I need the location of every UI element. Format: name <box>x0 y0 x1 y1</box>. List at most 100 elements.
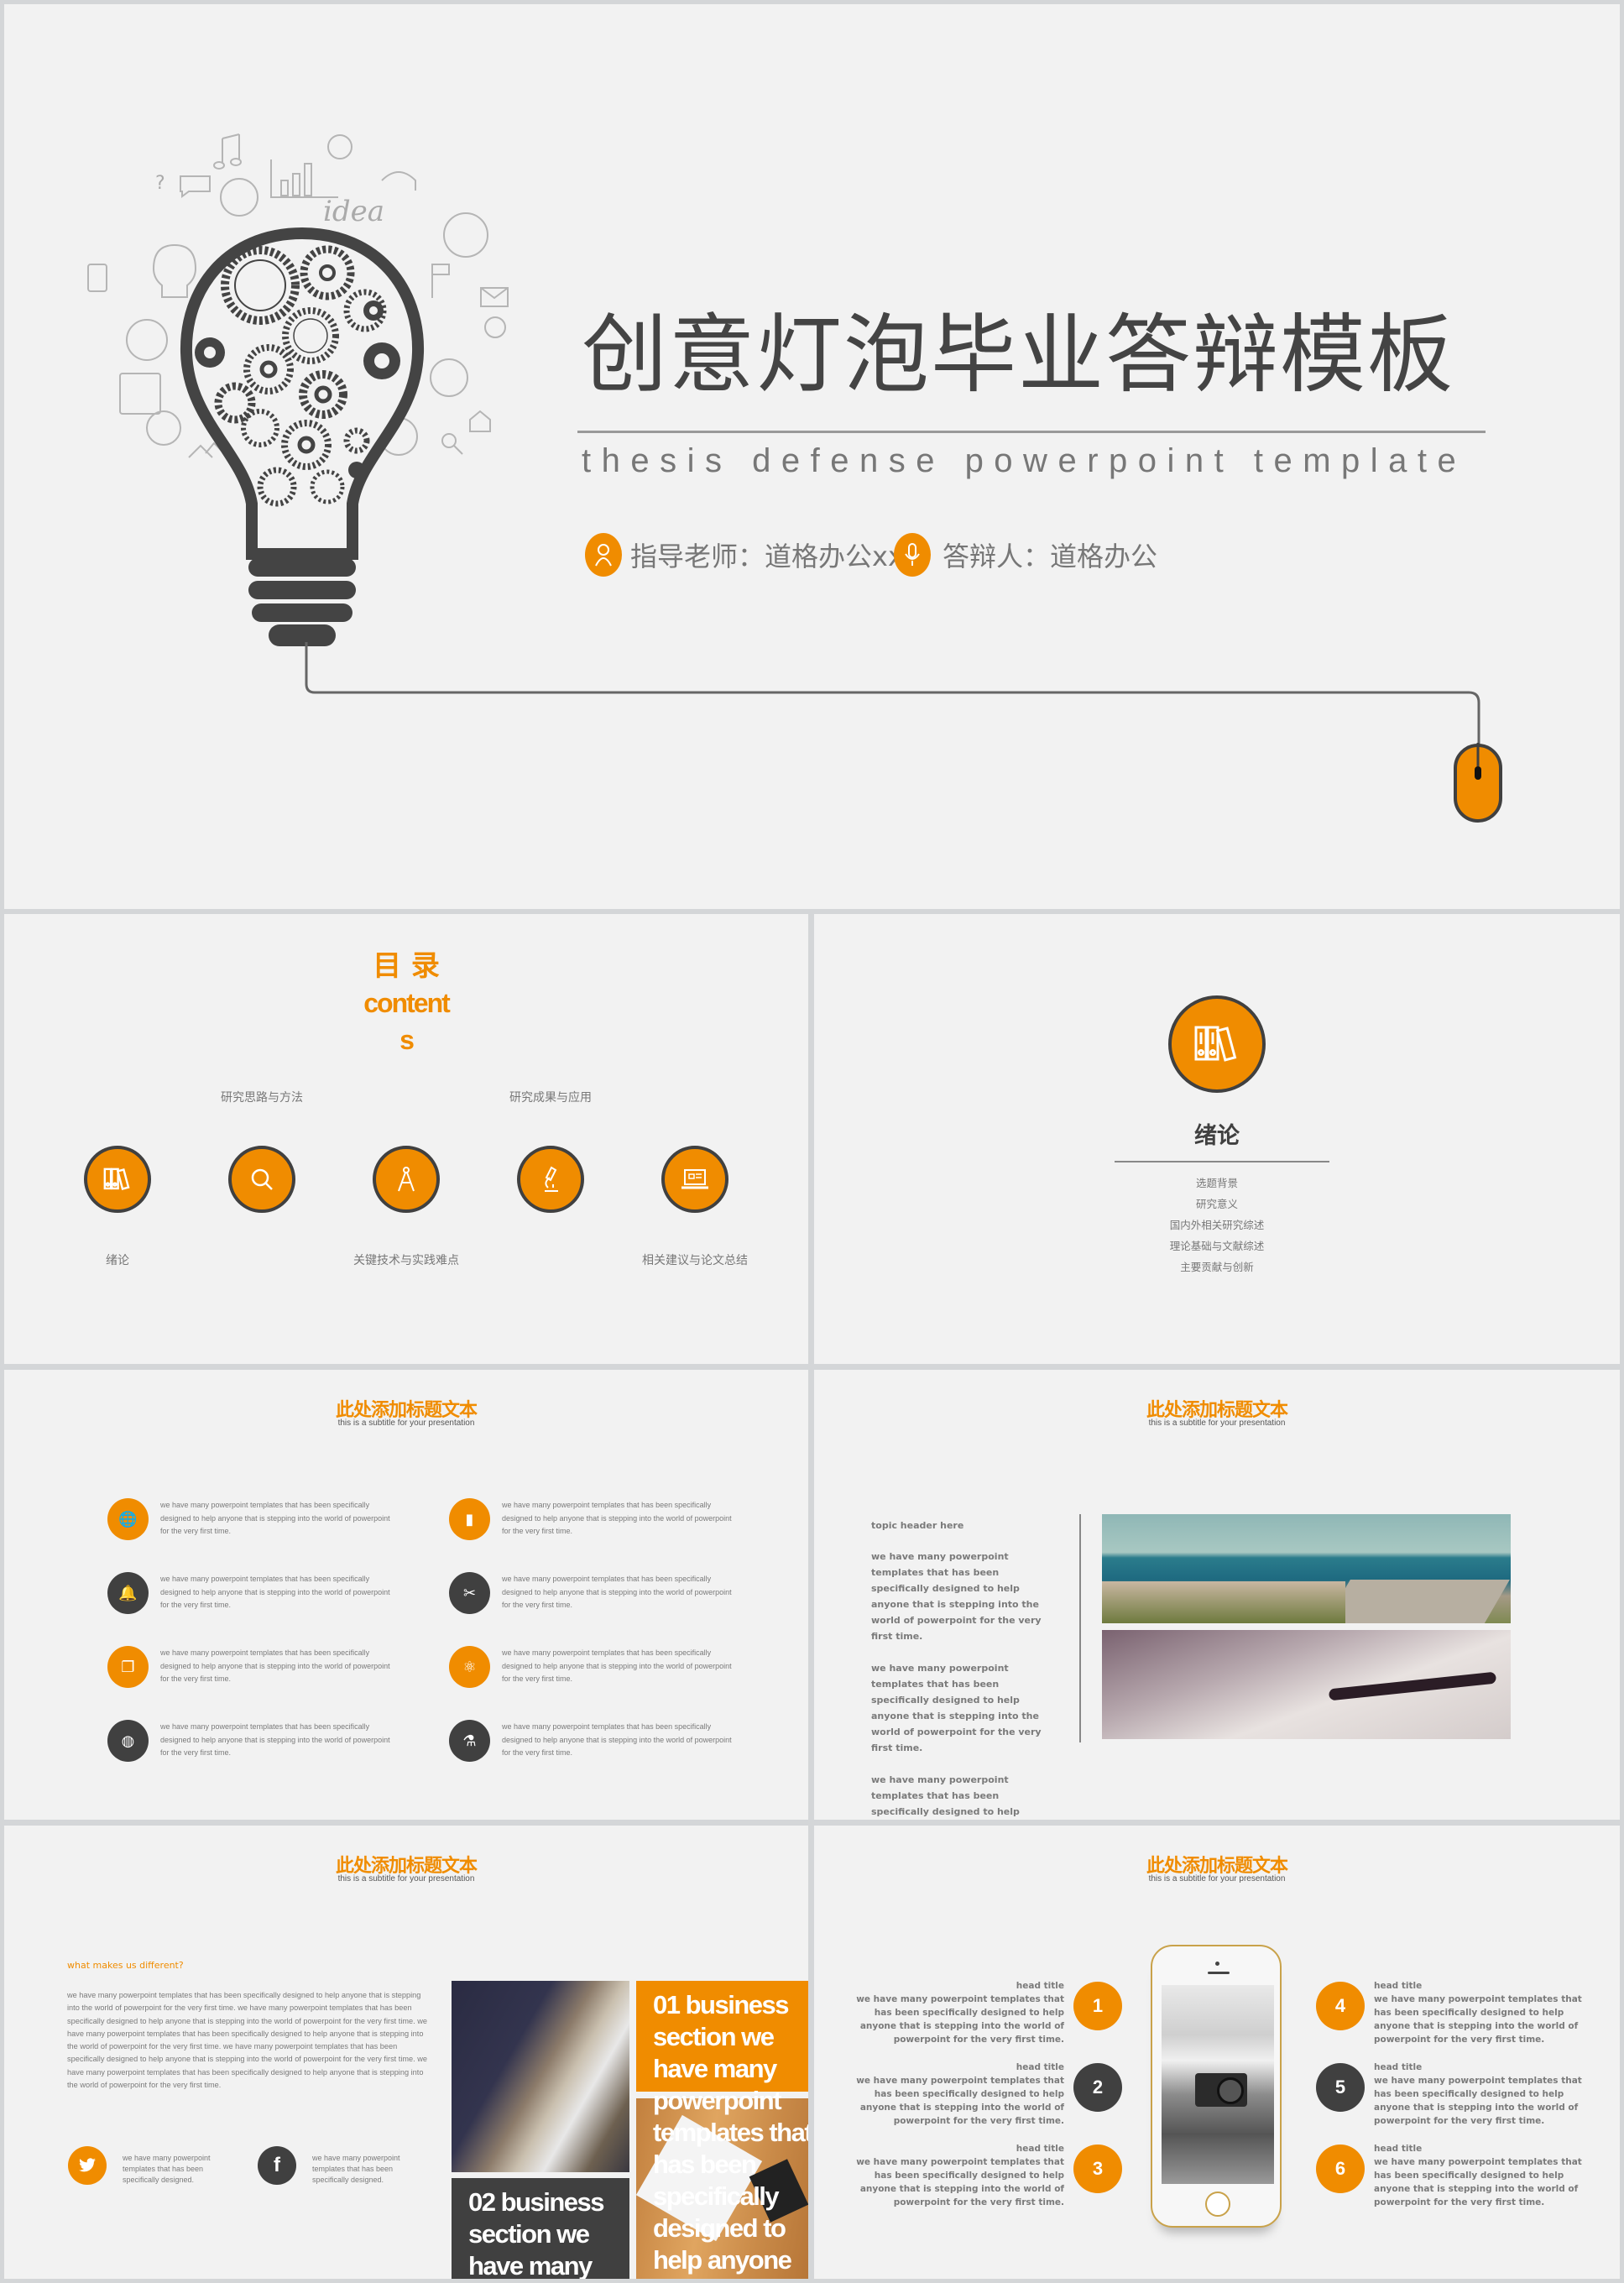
lightbulb-gears-icon <box>180 227 425 646</box>
slide-business[interactable]: 此处添加标题文本 this is a subtitle for your pre… <box>4 1826 808 2279</box>
home-doodle-icon <box>469 410 491 432</box>
magnifier-icon <box>249 1167 274 1192</box>
camera-lens-shape <box>1217 2077 1244 2104</box>
contents-item-2-button[interactable] <box>228 1146 295 1213</box>
speech-bubble-icon <box>180 175 211 198</box>
phone-mockup <box>1151 1945 1282 2228</box>
atom-icon: ⚛ <box>462 1658 477 1676</box>
vertical-divider <box>1079 1514 1081 1742</box>
contents-item-label[interactable]: 相关建议与论文总结 <box>594 1251 796 1268</box>
twitter-icon[interactable] <box>68 2146 107 2185</box>
pie-doodle-icon <box>146 410 181 446</box>
slide-section-intro[interactable]: 绪论 选题背景 研究意义 国内外相关研究综述 理论基础与文献综述 主要贡献与创新 <box>814 914 1620 1364</box>
feature-text: we have many powerpoint templates that h… <box>502 1722 732 1757</box>
section-item-list: 选题背景 研究意义 国内外相关研究综述 理论基础与文献综述 主要贡献与创新 <box>814 1173 1620 1277</box>
feature-circle: ⚗ <box>449 1720 490 1762</box>
feature-text: we have many powerpoint templates that h… <box>160 1722 390 1757</box>
feature-circle: ❐ <box>107 1646 149 1688</box>
step-text-block: head title we have many powerpoint templa… <box>846 2142 1064 2209</box>
slide-subtitle: this is a subtitle for your presentation <box>1148 1418 1286 1428</box>
business-box-2-text: 02 business section we have many <box>468 2187 604 2279</box>
facebook-icon[interactable]: f <box>258 2146 296 2185</box>
contents-item-label[interactable]: 研究成果与应用 <box>450 1089 651 1105</box>
contents-item-3-button[interactable] <box>373 1146 440 1213</box>
feature-circle: ◍ <box>107 1720 149 1762</box>
slide-phone-steps[interactable]: 此处添加标题文本 this is a subtitle for your pre… <box>814 1826 1620 2279</box>
documents-icon: ❐ <box>121 1658 135 1676</box>
step-text-block: head title we have many powerpoint templa… <box>1374 1979 1592 2046</box>
defender-info: 答辩人：道格办公 <box>894 533 1157 577</box>
section-item[interactable]: 国内外相关研究综述 <box>814 1215 1620 1236</box>
slide-features[interactable]: 此处添加标题文本 this is a subtitle for your pre… <box>4 1370 808 1820</box>
microphone-icon <box>894 533 931 577</box>
advisor-info: 指导老师：道格办公xx <box>585 533 904 577</box>
step-text-block: head title we have many powerpoint templa… <box>846 2061 1064 2128</box>
title-divider <box>577 431 1486 433</box>
feature-text: we have many powerpoint templates that h… <box>160 1575 390 1609</box>
contents-title-en-line2: s <box>399 1025 415 1055</box>
step-number-badge: 4 <box>1316 1982 1365 2030</box>
contents-item-1-button[interactable] <box>84 1146 151 1213</box>
feature-text: we have many powerpoint templates that h… <box>160 1501 390 1535</box>
section-item[interactable]: 选题背景 <box>814 1173 1620 1194</box>
binders-icon <box>103 1167 132 1192</box>
slide-cover[interactable]: idea ? 创意灯泡毕业答辩模板 thesis defense powerpo… <box>4 4 1620 909</box>
earth-icon: ◍ <box>121 1732 135 1750</box>
tools-icon: ✂ <box>462 1584 477 1602</box>
step-number-badge: 3 <box>1073 2145 1122 2193</box>
feature-text: we have many powerpoint templates that h… <box>502 1648 732 1683</box>
paragraph: we have many powerpoint templates that h… <box>871 1774 1020 1817</box>
contents-item-label[interactable]: 研究思路与方法 <box>161 1089 363 1105</box>
library-bookshelf-photo <box>452 1981 629 2172</box>
chat-doodle-icon <box>430 358 468 397</box>
microscope-icon: ⚗ <box>462 1732 477 1750</box>
step-text-block: head title we have many powerpoint templa… <box>1374 2142 1592 2209</box>
feature-text: we have many powerpoint templates that h… <box>160 1648 390 1683</box>
globe-stand-icon: 🌐 <box>118 1510 138 1528</box>
slide-photo-text[interactable]: 此处添加标题文本 this is a subtitle for your pre… <box>814 1370 1620 1820</box>
mouse-icon[interactable] <box>1453 743 1503 827</box>
binders-icon <box>1168 995 1266 1093</box>
feature-circle: ✂ <box>449 1572 490 1614</box>
topic-header: topic header here <box>871 1520 964 1531</box>
slide-subtitle: this is a subtitle for your presentation <box>337 1874 475 1883</box>
phone-home-button[interactable] <box>1205 2192 1230 2217</box>
contents-item-label[interactable]: 关键技术与实践难点 <box>305 1251 507 1268</box>
tablet-doodle-icon <box>119 373 161 415</box>
slide-contents[interactable]: 目 录 content s 绪论 研究思路与方法 关键技术与实践难点 研究成果与应用相… <box>4 914 808 1364</box>
business-box-1-text: 01 business section we have many powerpo… <box>653 1990 808 2275</box>
section-item[interactable]: 理论基础与文献综述 <box>814 1236 1620 1256</box>
bell-icon: 🔔 <box>118 1584 138 1602</box>
contents-item-5-button[interactable] <box>661 1146 728 1213</box>
contents-item-label[interactable]: 绪论 <box>17 1251 218 1268</box>
step-description: we have many powerpoint templates that h… <box>856 1994 1064 2045</box>
phone-camera <box>1215 1962 1219 1966</box>
pen-notebook-photo <box>1102 1630 1511 1739</box>
feature-text: we have many powerpoint templates that h… <box>502 1575 732 1609</box>
feature-circle: 🔔 <box>107 1572 149 1614</box>
step-description: we have many powerpoint templates that h… <box>856 2157 1064 2207</box>
step-text-block: head title we have many powerpoint templa… <box>846 1979 1064 2046</box>
advisor-label: 指导老师：道格办公xx <box>630 541 904 572</box>
step-text-block: head title we have many powerpoint templa… <box>1374 2061 1592 2128</box>
svg-text:?: ? <box>155 173 165 194</box>
laptop-icon <box>681 1168 709 1191</box>
seaside-pier-photo <box>1102 1514 1511 1623</box>
clock-doodle-icon <box>327 134 352 159</box>
section-item[interactable]: 主要贡献与创新 <box>814 1256 1620 1277</box>
cover-subtitle: thesis defense powerpoint template <box>582 442 1467 479</box>
paragraph: we have many powerpoint templates that h… <box>871 1663 1042 1753</box>
person-icon <box>585 533 622 577</box>
contents-item-4-button[interactable] <box>517 1146 584 1213</box>
feature-circle: 🌐 <box>107 1498 149 1540</box>
step-number-badge: 2 <box>1073 2063 1122 2112</box>
camera-photo <box>1162 1985 1274 2184</box>
paragraph: we have many powerpoint templates that h… <box>871 1551 1042 1642</box>
feature-circle: ▮ <box>449 1498 490 1540</box>
tablet-doodle-icon <box>87 264 107 292</box>
section-item[interactable]: 研究意义 <box>814 1194 1620 1215</box>
feature-circle: ⚛ <box>449 1646 490 1688</box>
body-text: we have many powerpoint templates that h… <box>67 1991 427 2090</box>
slide-subtitle: this is a subtitle for your presentation <box>1148 1874 1286 1883</box>
globe-doodle-icon <box>220 178 258 217</box>
